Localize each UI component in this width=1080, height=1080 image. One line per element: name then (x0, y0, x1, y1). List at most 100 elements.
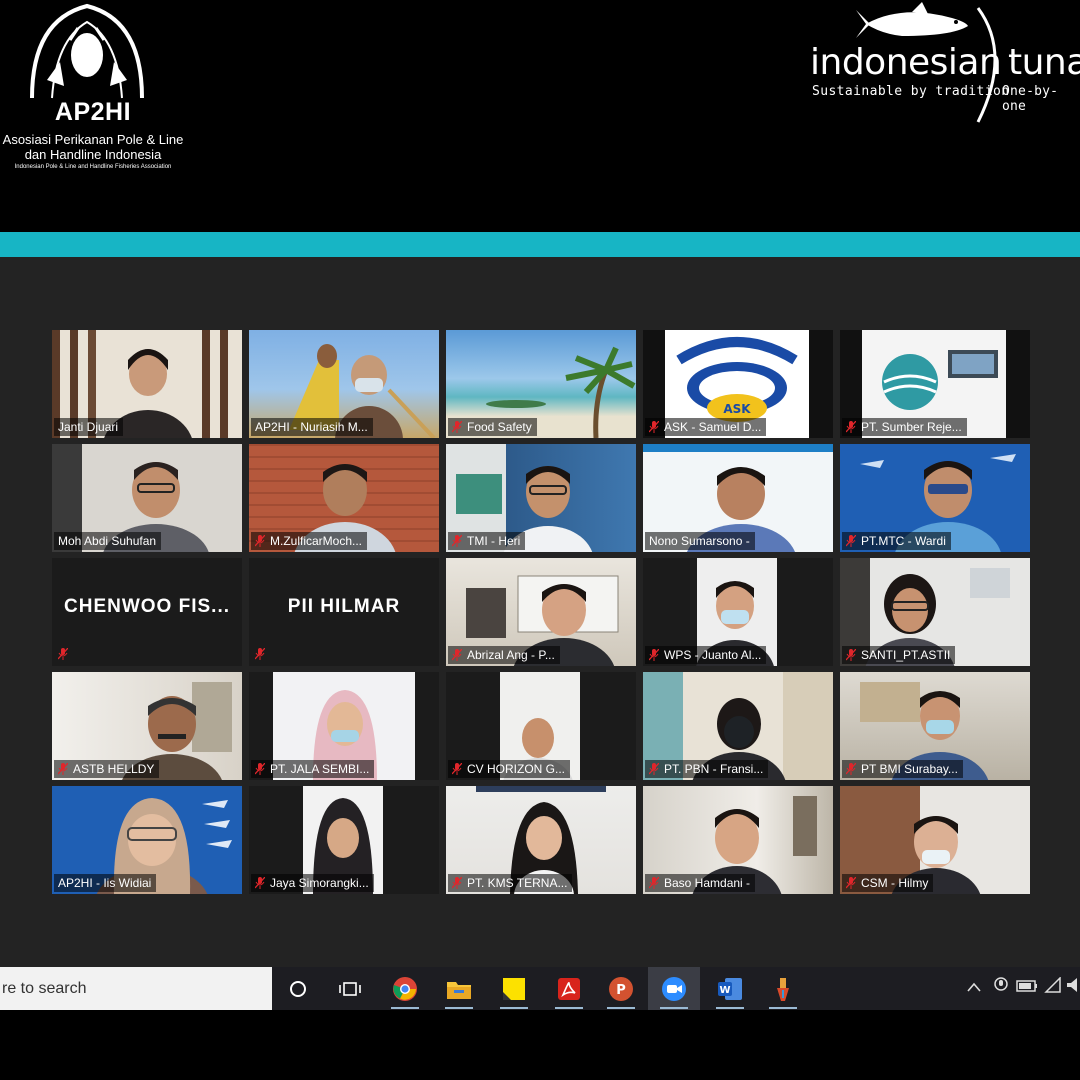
mic-muted-icon (58, 648, 68, 660)
windows-taskbar: re to search P W (0, 967, 1080, 1010)
participant-tile[interactable]: TMI - Heri (446, 444, 636, 552)
participant-tile[interactable]: Moh Abdi Suhufan (52, 444, 242, 552)
participant-name-tag: ASTB HELLDY (54, 760, 160, 778)
word-icon[interactable]: W (714, 973, 746, 1009)
mic-muted-icon (649, 877, 659, 889)
participant-tile[interactable]: CSM - Hilmy (840, 786, 1030, 894)
participant-name: PT. Sumber Reje... (861, 420, 962, 434)
participant-tile[interactable]: PT. KMS TERNA... (446, 786, 636, 894)
participant-name-tag: Baso Hamdani - (645, 874, 756, 892)
participant-tile[interactable]: SANTI_PT.ASTII (840, 558, 1030, 666)
tuna-tagline-1: Sustainable by tradition (812, 84, 1010, 99)
taskbar-search-input[interactable]: re to search (0, 967, 272, 1010)
task-view-icon[interactable] (334, 973, 366, 1005)
participant-tile[interactable]: Nono Sumarsono - (643, 444, 833, 552)
participant-name-tag: ASK - Samuel D... (645, 418, 767, 436)
participant-name: AP2HI - Nuriasih M... (255, 420, 368, 434)
mic-muted-icon (452, 649, 462, 661)
participant-name: PT.MTC - Wardi (861, 534, 946, 548)
participant-name-tag: PT.MTC - Wardi (842, 532, 951, 550)
mic-muted-icon (58, 763, 68, 775)
participant-tile[interactable]: Abrizal Ang - P... (446, 558, 636, 666)
network-icon[interactable] (1044, 967, 1062, 1010)
participant-tile[interactable]: ASK ASK - Samuel D... (643, 330, 833, 438)
participant-title: PII HILMAR (287, 596, 401, 617)
participant-name: SANTI_PT.ASTII (861, 648, 951, 662)
mic-muted-icon (452, 421, 462, 433)
participant-tile[interactable]: Janti Djuari (52, 330, 242, 438)
participant-tile[interactable]: M.ZulficarMoch... (249, 444, 439, 552)
sticky-notes-icon[interactable] (498, 973, 530, 1009)
ap2hi-name: AP2HI (54, 98, 132, 126)
participant-name-tag: CSM - Hilmy (842, 874, 934, 892)
participant-tile[interactable]: PT BMI Surabay... (840, 672, 1030, 780)
acrobat-icon[interactable] (553, 973, 585, 1009)
participant-tile[interactable]: PT. Sumber Reje... (840, 330, 1030, 438)
tuna-brand-word2: tuna (1008, 42, 1080, 83)
zoom-gallery-view: Janti Djuari AP2HI - Nuriasih M... Food … (0, 257, 1080, 967)
participant-name: AP2HI - Iis Widiai (58, 876, 152, 890)
zoom-icon[interactable] (658, 973, 690, 1009)
participant-tile[interactable]: AP2HI - Nuriasih M... (249, 330, 439, 438)
participant-name-tag: PT. PBN - Fransi... (645, 760, 769, 778)
search-circle-icon[interactable] (282, 973, 314, 1005)
participant-name-tag: AP2HI - Iis Widiai (54, 874, 157, 892)
svg-text:P: P (616, 983, 626, 998)
participant-name: ASK - Samuel D... (664, 420, 762, 434)
chevron-up-icon[interactable] (966, 967, 982, 1010)
participant-name: Abrizal Ang - P... (467, 648, 555, 662)
participant-tile[interactable]: Baso Hamdani - (643, 786, 833, 894)
participant-name: ASTB HELLDY (73, 762, 155, 776)
participant-name-tag: PT. JALA SEMBI... (251, 760, 375, 778)
mic-muted-icon (846, 535, 856, 547)
svg-text:ASK: ASK (723, 402, 751, 416)
mic-muted-icon (649, 421, 659, 433)
participant-name-tag: PT. KMS TERNA... (448, 874, 573, 892)
participant-tile[interactable]: AP2HI - Iis Widiai (52, 786, 242, 894)
meet-now-icon[interactable] (992, 967, 1010, 1010)
participant-name-tag: Abrizal Ang - P... (448, 646, 560, 664)
mic-muted-icon (846, 421, 856, 433)
participant-tile[interactable]: PT. JALA SEMBI... (249, 672, 439, 780)
participant-name-tag: PT BMI Surabay... (842, 760, 963, 778)
participant-name: TMI - Heri (467, 534, 521, 548)
battery-icon[interactable] (1016, 967, 1038, 1010)
participant-name-tag: TMI - Heri (448, 532, 526, 550)
participant-tile[interactable]: CHENWOO FIS... (52, 558, 242, 666)
mic-muted-icon (255, 535, 265, 547)
indonesian-tuna-logo: indonesian tuna Sustainable by tradition… (800, 0, 1080, 130)
chrome-icon[interactable] (389, 973, 421, 1009)
mic-muted-icon (649, 763, 659, 775)
participant-tile[interactable]: WPS - Juanto Al... (643, 558, 833, 666)
participant-tile[interactable]: ASTB HELLDY (52, 672, 242, 780)
ap2hi-subtitle-3: Indonesian Pole & Line and Handline Fish… (14, 164, 172, 170)
participant-name: Nono Sumarsono - (649, 534, 750, 548)
participant-name: Baso Hamdani - (664, 876, 751, 890)
paint-icon[interactable] (767, 973, 799, 1009)
participant-title: CHENWOO FIS... (64, 596, 230, 617)
tuna-fish-icon (856, 2, 968, 38)
participant-tile[interactable]: CV HORIZON G... (446, 672, 636, 780)
participant-name-tag: CV HORIZON G... (448, 760, 571, 778)
participant-tile[interactable]: PII HILMAR (249, 558, 439, 666)
accent-bar (0, 232, 1080, 257)
participant-name-tag: WPS - Juanto Al... (645, 646, 767, 664)
tuna-tagline-2: One-by-one (1002, 84, 1059, 114)
participant-name-tag: PT. Sumber Reje... (842, 418, 967, 436)
participant-tile[interactable]: Food Safety (446, 330, 636, 438)
volume-icon[interactable] (1066, 967, 1080, 1010)
header: AP2HI Asosiasi Perikanan Pole & Line dan… (0, 0, 1080, 232)
mic-muted-icon (452, 535, 462, 547)
powerpoint-icon[interactable]: P (605, 973, 637, 1009)
participant-tile[interactable]: PT.MTC - Wardi (840, 444, 1030, 552)
file-explorer-icon[interactable] (443, 973, 475, 1009)
participant-tile[interactable]: Jaya Simorangki... (249, 786, 439, 894)
mic-muted-icon (649, 649, 659, 661)
participant-name-tag: Jaya Simorangki... (251, 874, 374, 892)
participant-tile[interactable]: PT. PBN - Fransi... (643, 672, 833, 780)
mic-muted-icon (255, 763, 265, 775)
participant-name-tag: Nono Sumarsono - (645, 532, 755, 550)
participant-name: Jaya Simorangki... (270, 876, 369, 890)
ap2hi-subtitle-1: Asosiasi Perikanan Pole & Line (2, 132, 184, 147)
svg-text:W: W (719, 985, 730, 996)
